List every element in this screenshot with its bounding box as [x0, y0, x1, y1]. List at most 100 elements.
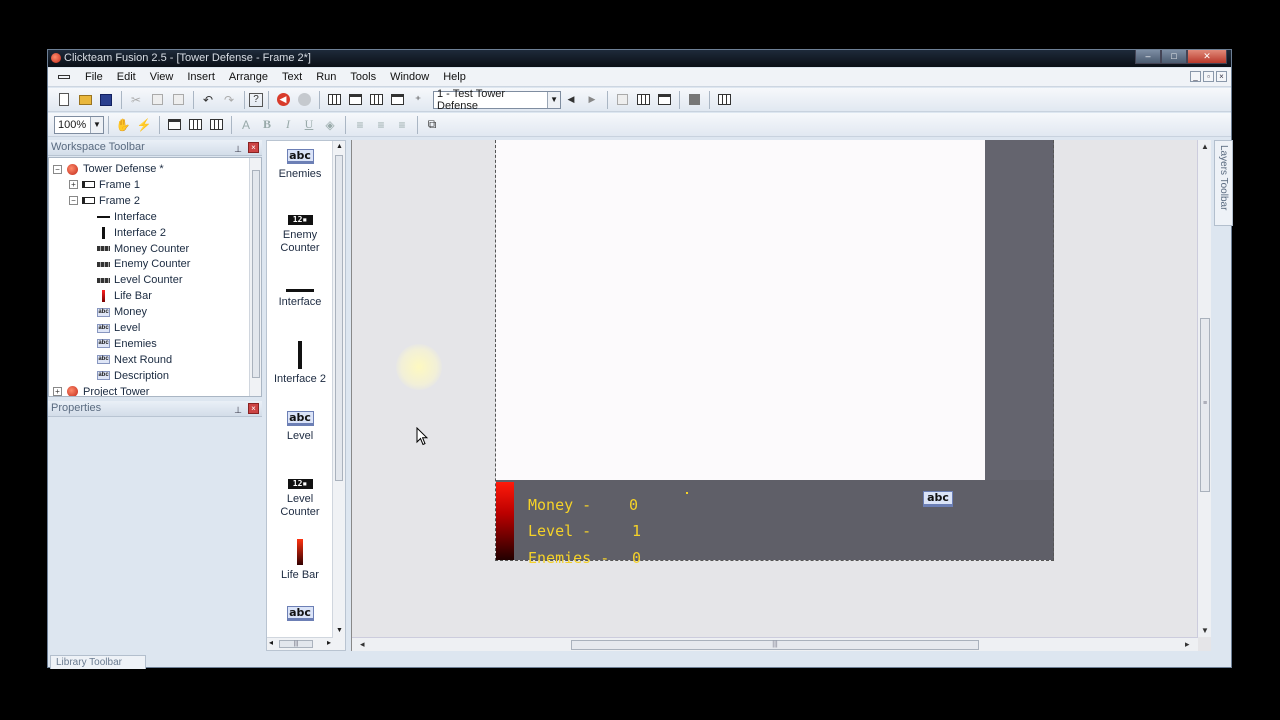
object-list-item[interactable]: Life Bar — [267, 539, 333, 582]
align-center-icon[interactable]: ≡ — [371, 115, 391, 135]
tree-item[interactable]: Interface — [97, 209, 157, 225]
level-string[interactable]: Level - — [528, 522, 591, 540]
underline-button[interactable]: U — [299, 115, 319, 135]
object-list-item[interactable]: Interface 2 — [267, 341, 333, 386]
menu-arrange[interactable]: Arrange — [222, 71, 275, 83]
event-editor-icon[interactable] — [366, 90, 386, 110]
tree-item[interactable]: abc Next Round — [97, 352, 172, 368]
tree-item[interactable]: Life Bar — [97, 288, 152, 304]
fill-color-icon[interactable]: ◈ — [320, 115, 340, 135]
enemies-string[interactable]: Enemies - — [528, 549, 609, 567]
run-project-icon[interactable] — [654, 90, 674, 110]
menu-insert[interactable]: Insert — [180, 71, 222, 83]
mdi-minimize-icon[interactable]: _ — [1190, 71, 1201, 82]
event-list-editor-icon[interactable] — [387, 90, 407, 110]
frame-editor-icon[interactable] — [345, 90, 365, 110]
undo-icon[interactable]: ↶ — [198, 90, 218, 110]
copy-icon[interactable] — [147, 90, 167, 110]
forward-icon[interactable] — [294, 90, 314, 110]
menu-file[interactable]: File — [78, 71, 110, 83]
new-file-icon[interactable] — [54, 90, 74, 110]
chevron-down-icon[interactable]: ▼ — [90, 116, 103, 133]
expand-icon[interactable]: + — [53, 387, 62, 396]
level-counter[interactable]: 1 — [632, 522, 641, 540]
object-list-item[interactable]: abc Level — [267, 411, 333, 443]
tree-item[interactable]: + Project Tower — [53, 384, 149, 396]
data-elements-icon[interactable]: ⁺ — [408, 90, 428, 110]
bold-button[interactable]: B — [257, 115, 277, 135]
frame-editor[interactable]: Money - 0 abc Level - 1 Enemies - 0 ▲ ≡ … — [351, 140, 1211, 651]
grid-icon[interactable] — [185, 115, 205, 135]
stop-icon[interactable] — [684, 90, 704, 110]
maximize-button[interactable]: □ — [1161, 50, 1187, 64]
menu-window[interactable]: Window — [383, 71, 436, 83]
snap-icon[interactable] — [206, 115, 226, 135]
panel-close-icon[interactable]: × — [248, 142, 259, 153]
tree-item[interactable]: Enemy Counter — [97, 256, 190, 272]
tree-item[interactable]: Interface 2 — [97, 225, 166, 241]
back-icon[interactable]: ◀ — [273, 90, 293, 110]
menu-tools[interactable]: Tools — [343, 71, 383, 83]
object-list-item[interactable]: abc — [267, 606, 333, 625]
tree-item[interactable]: + Frame 1 — [69, 177, 140, 193]
menu-text[interactable]: Text — [275, 71, 309, 83]
mdi-restore-icon[interactable]: ▫ — [1203, 71, 1214, 82]
close-button[interactable]: ✕ — [1187, 50, 1227, 64]
minimize-button[interactable]: – — [1135, 50, 1161, 64]
redo-icon[interactable]: ↷ — [219, 90, 239, 110]
help-icon[interactable]: ? — [249, 92, 263, 107]
paste-icon[interactable] — [168, 90, 188, 110]
menu-run[interactable]: Run — [309, 71, 343, 83]
object-list-item[interactable]: abc Enemies — [267, 149, 333, 181]
previous-frame-icon[interactable]: ◀ — [561, 90, 581, 110]
tree-item[interactable]: Money Counter — [97, 241, 189, 257]
object-list-item[interactable]: 12▪ Enemy Counter — [267, 215, 333, 255]
library-toolbar-tab[interactable]: Library Toolbar — [50, 655, 146, 669]
align-right-icon[interactable]: ≡ — [392, 115, 412, 135]
tree-item[interactable]: abc Money — [97, 304, 147, 320]
layers-toolbar-tab[interactable]: Layers Toolbar — [1214, 140, 1233, 226]
cut-icon[interactable]: ✂ — [126, 90, 146, 110]
hand-tool-icon[interactable]: ✋ — [113, 115, 133, 135]
tree-item[interactable]: abc Description — [97, 368, 169, 384]
zoom-fit-icon[interactable] — [164, 115, 184, 135]
mdi-close-icon[interactable]: × — [1216, 71, 1227, 82]
collapse-icon[interactable]: − — [69, 196, 78, 206]
editor-vertical-scrollbar[interactable]: ▲ ≡ ▼ — [1197, 140, 1211, 637]
run-target-select[interactable]: 1 - Test Tower Defense ▼ — [433, 88, 561, 112]
description-string-object[interactable]: abc — [923, 491, 953, 507]
tree-scrollbar[interactable] — [249, 158, 261, 396]
tree-item[interactable]: abc Enemies — [97, 336, 157, 352]
crop-frame-icon[interactable]: ⧉ — [422, 115, 442, 135]
next-frame-icon[interactable]: ▶ — [582, 90, 602, 110]
mdi-window-icon[interactable] — [56, 71, 72, 83]
align-left-icon[interactable]: ≡ — [350, 115, 370, 135]
wand-icon[interactable]: ⚡ — [134, 115, 154, 135]
collapse-icon[interactable]: − — [53, 164, 62, 174]
pin-icon[interactable]: ⊥ — [234, 403, 242, 418]
menu-help[interactable]: Help — [436, 71, 473, 83]
tree-item[interactable]: Level Counter — [97, 272, 183, 288]
pin-icon[interactable]: ⊥ — [234, 142, 242, 157]
open-folder-icon[interactable] — [75, 90, 95, 110]
chevron-down-icon[interactable]: ▼ — [547, 91, 560, 108]
object-strip-scrollbar[interactable]: ▲ ▼ — [332, 141, 345, 650]
editor-horizontal-scrollbar[interactable]: ◂ ||| ▸ — [352, 637, 1198, 651]
money-counter[interactable]: 0 — [629, 496, 638, 514]
run-frame-icon[interactable] — [633, 90, 653, 110]
menu-edit[interactable]: Edit — [110, 71, 143, 83]
enemy-counter[interactable]: 0 — [632, 549, 641, 567]
zoom-select[interactable]: 100% ▼ — [54, 115, 104, 134]
tree-item[interactable]: abc Level — [97, 320, 140, 336]
object-strip-hscroll[interactable]: ◂ ||| ▸ — [267, 637, 333, 650]
save-icon[interactable] — [96, 90, 116, 110]
font-icon[interactable]: A — [236, 115, 256, 135]
tree-item[interactable]: − Tower Defense * — [53, 161, 164, 177]
build-icon[interactable] — [714, 90, 734, 110]
storyboard-editor-icon[interactable] — [324, 90, 344, 110]
tree-item[interactable]: − Frame 2 — [69, 193, 140, 209]
run-application-icon[interactable] — [612, 90, 632, 110]
object-list-item[interactable]: Interface — [267, 281, 333, 309]
expand-icon[interactable]: + — [69, 180, 78, 190]
object-list-item[interactable]: 12▪ Level Counter — [267, 479, 333, 519]
